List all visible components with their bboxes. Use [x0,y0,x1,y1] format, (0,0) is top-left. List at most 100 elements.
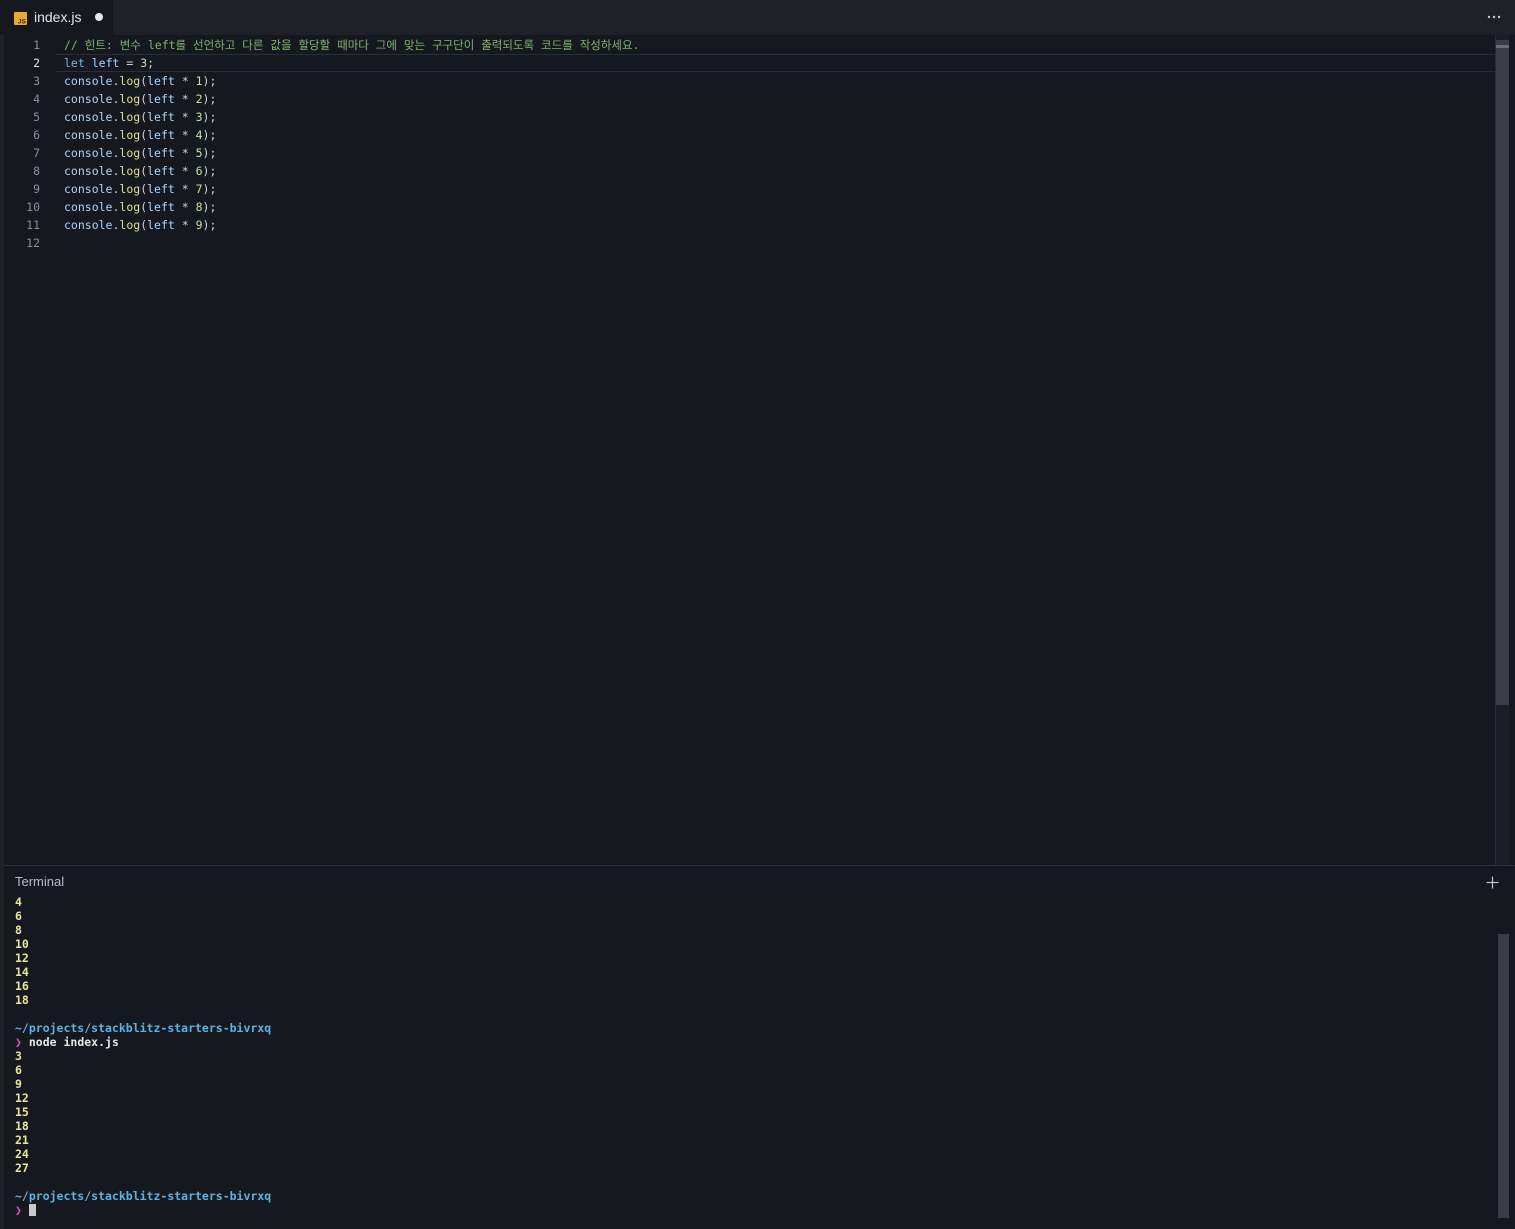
close-paren: ); [202,218,217,232]
close-paren: ); [202,74,217,88]
tab-bar: JS index.js [0,0,1515,35]
assign-operator: = [119,56,141,70]
editor-scrollbar[interactable] [1495,35,1509,865]
code-line-6[interactable]: console.log(left * 4); [64,126,640,144]
number-literal: 1 [195,74,203,88]
line-number: 10 [26,200,40,214]
multiply-operator: * [174,164,196,178]
multiply-operator: * [174,128,196,142]
line-number: 6 [33,128,40,142]
log-function: log [119,182,141,196]
variable-left: left [147,92,175,106]
log-function: log [119,92,141,106]
number-literal: 5 [195,146,203,160]
terminal-command-line: ❯ node index.js [15,1035,271,1049]
variable-left: left [147,74,175,88]
editor-scroll-position-marker [1496,45,1509,48]
line-number: 11 [26,218,40,232]
line-number: 12 [26,236,40,250]
code-line-3[interactable]: console.log(left * 1); [64,72,640,90]
close-paren: ); [202,200,217,214]
code-line-1[interactable]: // 힌트: 변수 left를 선언하고 다른 값을 할당할 때마다 그에 맞는… [64,36,640,54]
code-line-12[interactable] [64,234,640,252]
line-number: 8 [33,164,40,178]
close-paren: ); [202,92,217,106]
terminal-panel[interactable]: Terminal 4 6 8 10 12 14 16 18 ~/projects… [4,865,1515,1229]
number-literal: 3 [195,110,203,124]
editor-pane[interactable]: 1 2 3 4 5 6 7 8 9 10 11 12 // 힌트: 변수 lef… [0,35,1515,865]
line-number: 4 [33,92,40,106]
line-number: 5 [33,110,40,124]
number-literal: 7 [195,182,203,196]
terminal-cursor [28,1204,36,1216]
tab-index-js[interactable]: JS index.js [0,0,113,35]
terminal-output-line: 6 [15,909,22,923]
terminal-output-line: 4 [15,895,22,909]
terminal-scrollbar[interactable] [1498,866,1509,1229]
number-literal: 8 [195,200,203,214]
log-function: log [119,218,141,232]
line-number: 3 [33,74,40,88]
terminal-output-line: 16 [15,979,29,993]
code-line-10[interactable]: console.log(left * 8); [64,198,640,216]
line-number: 1 [33,38,40,52]
editor-scrollbar-thumb[interactable] [1496,40,1509,705]
code-line-5[interactable]: console.log(left * 3); [64,108,640,126]
variable-left: left [147,110,175,124]
unsaved-changes-dot-icon[interactable] [95,13,103,21]
ellipsis-icon[interactable] [1487,9,1501,25]
code-line-2[interactable]: let left = 3; [64,54,640,72]
console-object: console [64,146,113,160]
terminal-working-directory: ~/projects/stackblitz-starters-bivrxq [15,1189,272,1203]
terminal-output[interactable]: 4 6 8 10 12 14 16 18 ~/projects/stackbli… [15,895,271,1217]
variable-left: left [91,56,120,70]
code-line-9[interactable]: console.log(left * 7); [64,180,640,198]
line-number: 7 [33,146,40,160]
console-object: console [64,92,113,106]
code-line-7[interactable]: console.log(left * 5); [64,144,640,162]
log-function: log [119,110,141,124]
terminal-output-line: 21 [15,1133,29,1147]
multiply-operator: * [174,74,196,88]
terminal-output-line: 6 [15,1063,22,1077]
console-object: console [64,200,113,214]
log-function: log [119,200,141,214]
semicolon: ; [147,56,155,70]
terminal-output-line: 15 [15,1105,29,1119]
terminal-output-line: 3 [15,1049,22,1063]
tab-filename: index.js [34,9,82,25]
log-function: log [119,74,141,88]
line-number: 9 [33,182,40,196]
multiply-operator: * [174,218,196,232]
terminal-working-directory: ~/projects/stackblitz-starters-bivrxq [15,1021,272,1035]
terminal-output-line: 24 [15,1147,29,1161]
console-object: console [64,182,113,196]
terminal-output-line: 10 [15,937,29,951]
console-object: console [64,74,113,88]
code-line-4[interactable]: console.log(left * 2); [64,90,640,108]
code-content[interactable]: // 힌트: 변수 left를 선언하고 다른 값을 할당할 때마다 그에 맞는… [64,36,640,252]
console-object: console [64,218,113,232]
multiply-operator: * [174,182,196,196]
terminal-output-line: 14 [15,965,29,979]
close-paren: ); [202,110,217,124]
line-number-active: 2 [33,56,40,70]
svg-text:JS: JS [18,19,27,26]
multiply-operator: * [174,110,196,124]
terminal-output-line: 27 [15,1161,29,1175]
code-comment: // 힌트: 변수 left를 선언하고 다른 값을 할당할 때마다 그에 맞는… [64,38,640,52]
multiply-operator: * [174,92,196,106]
terminal-scrollbar-thumb[interactable] [1498,934,1509,1218]
variable-left: left [147,200,175,214]
code-line-11[interactable]: console.log(left * 9); [64,216,640,234]
close-paren: ); [202,164,217,178]
terminal-output-line: 8 [15,923,22,937]
terminal-output-line: 18 [15,1119,29,1133]
code-line-8[interactable]: console.log(left * 6); [64,162,640,180]
terminal-input-line[interactable]: ❯ [15,1203,271,1217]
number-literal: 2 [195,92,203,106]
prompt-caret-icon: ❯ [15,1035,22,1049]
number-literal: 4 [195,128,203,142]
